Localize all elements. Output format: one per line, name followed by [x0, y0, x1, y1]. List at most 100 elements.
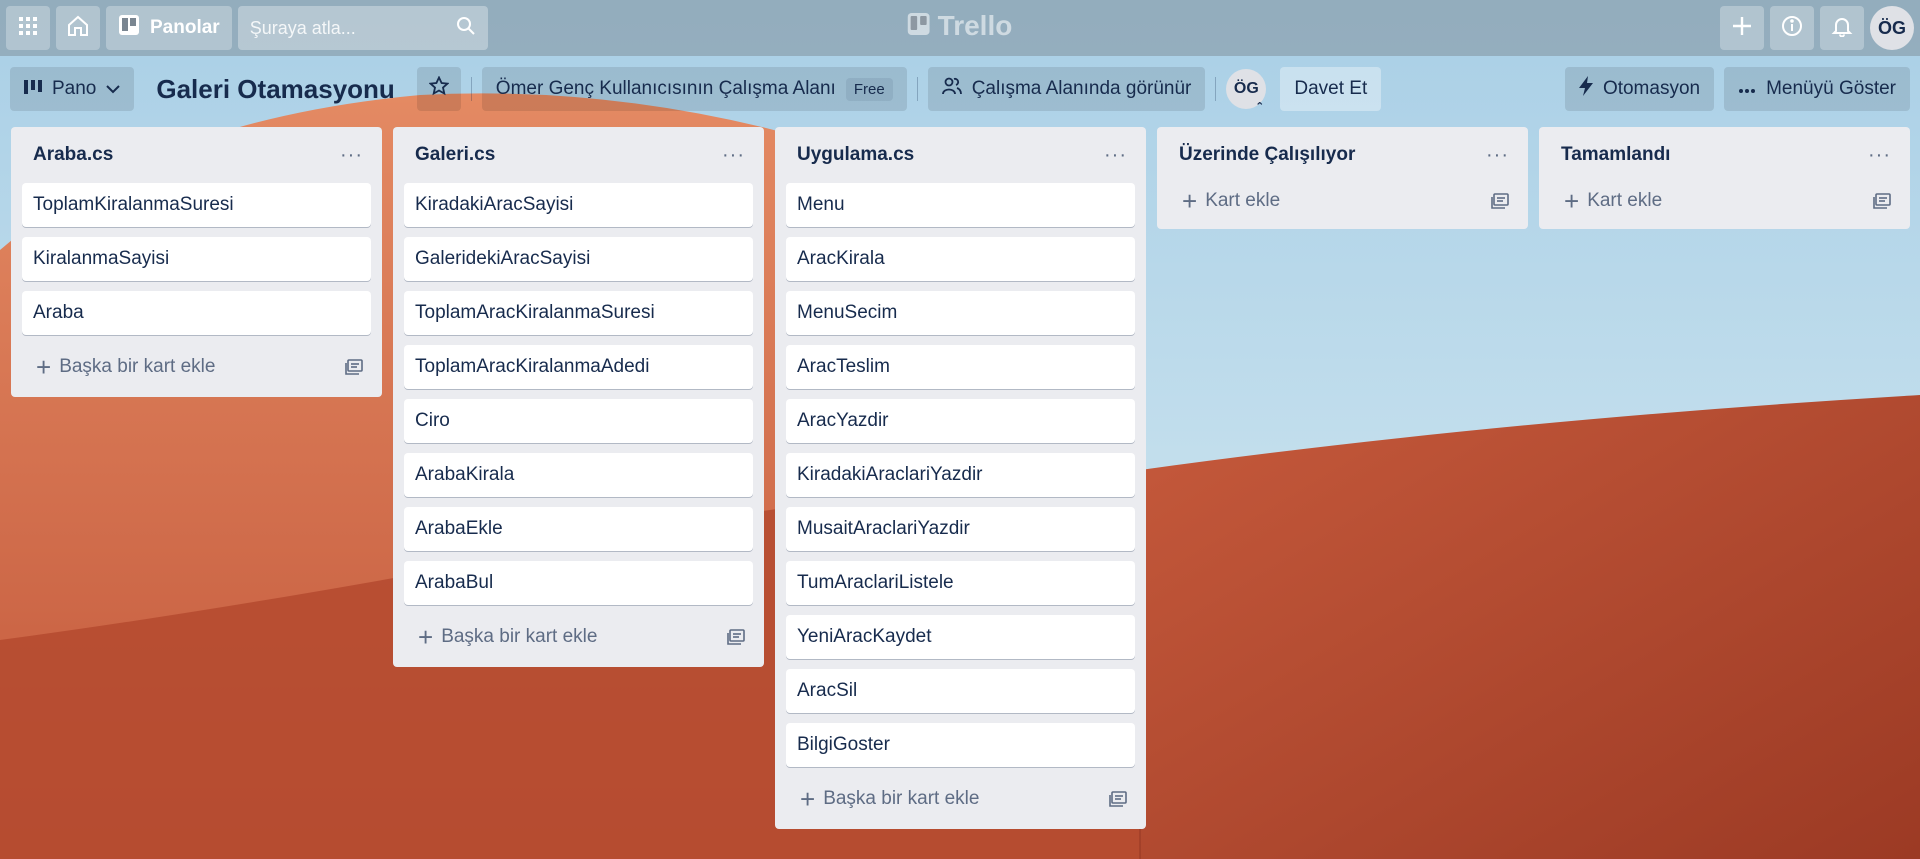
list-title[interactable]: Tamamlandı	[1561, 144, 1670, 166]
member-avatar[interactable]: ÖG ⌃	[1226, 69, 1267, 113]
visibility-label: Çalışma Alanında görünür	[971, 78, 1192, 99]
automation-label: Otomasyon	[1602, 78, 1701, 99]
top-header: Panolar Trello	[0, 0, 1920, 56]
list-menu-ellipsis-icon[interactable]: ···	[340, 144, 363, 167]
list-uygulama: Uygulama.cs ··· Menu AracKirala MenuSeci…	[775, 127, 1146, 829]
list-tamamlandi: Tamamlandı ··· + Kart ekle	[1539, 127, 1910, 229]
header-divider	[470, 77, 472, 101]
card[interactable]: TumAraclariListele	[786, 561, 1135, 605]
search-input[interactable]	[249, 17, 440, 39]
search-box[interactable]	[237, 6, 488, 50]
list-galeri: Galeri.cs ··· KiradakiAracSayisi Galerid…	[393, 127, 764, 667]
list-title[interactable]: Uygulama.cs	[797, 144, 914, 166]
card[interactable]: ArabaEkle	[404, 507, 753, 551]
add-card-button[interactable]: + Kart ekle	[1182, 188, 1280, 214]
member-initials: ÖG	[1233, 80, 1259, 97]
card[interactable]: AracKirala	[786, 237, 1135, 281]
card[interactable]: ArabaBul	[404, 561, 753, 605]
list-title[interactable]: Üzerinde Çalışılıyor	[1179, 144, 1355, 166]
lightning-icon	[1578, 76, 1593, 102]
card[interactable]: AracSil	[786, 669, 1135, 713]
list-header[interactable]: Üzerinde Çalışılıyor ···	[1168, 127, 1517, 183]
card[interactable]: ArabaKirala	[404, 453, 753, 497]
card[interactable]: YeniAracKaydet	[786, 615, 1135, 659]
invite-button[interactable]: Davet Et	[1280, 67, 1382, 111]
workspace-button[interactable]: Ömer Genç Kullanıcısının Çalışma Alanı F…	[481, 67, 907, 111]
card[interactable]: Ciro	[404, 399, 753, 443]
add-card-row: + Başka bir kart ekle	[404, 615, 753, 659]
plus-icon: +	[1182, 186, 1198, 216]
plus-icon	[1731, 15, 1753, 42]
add-card-button[interactable]: + Başka bir kart ekle	[418, 624, 597, 650]
list-menu-ellipsis-icon[interactable]: ···	[1104, 144, 1127, 167]
list-header[interactable]: Tamamlandı ···	[1550, 127, 1899, 183]
user-avatar[interactable]: ÖG	[1870, 6, 1914, 50]
card[interactable]: Araba	[22, 291, 371, 335]
add-card-label: Başka bir kart ekle	[59, 356, 216, 377]
trello-logo-icon	[907, 10, 930, 42]
header-divider	[1215, 77, 1217, 101]
card[interactable]: KiralanmaSayisi	[22, 237, 371, 281]
boards-label: Panolar	[150, 17, 220, 38]
card[interactable]: BilgiGoster	[786, 723, 1135, 767]
boards-icon	[118, 14, 140, 42]
apps-button[interactable]	[6, 6, 50, 50]
card-template-icon[interactable]	[1109, 791, 1127, 807]
add-card-label: Başka bir kart ekle	[441, 626, 598, 647]
add-card-button[interactable]: + Başka bir kart ekle	[36, 354, 215, 380]
show-menu-button[interactable]: Menüyü Göster	[1724, 67, 1910, 111]
card[interactable]: KiradakiAraclariYazdir	[786, 453, 1135, 497]
card-template-icon[interactable]	[345, 359, 363, 375]
list-menu-ellipsis-icon[interactable]: ···	[1486, 144, 1509, 167]
home-icon	[66, 14, 90, 43]
list-header[interactable]: Araba.cs ···	[22, 127, 371, 183]
people-icon	[941, 77, 962, 101]
list-title[interactable]: Araba.cs	[33, 144, 113, 166]
header-divider	[916, 77, 918, 101]
info-button[interactable]	[1770, 6, 1814, 50]
card[interactable]: MusaitAraclariYazdir	[786, 507, 1135, 551]
ellipsis-icon	[1738, 78, 1756, 100]
list-menu-ellipsis-icon[interactable]: ···	[722, 144, 745, 167]
automation-button[interactable]: Otomasyon	[1564, 67, 1715, 111]
plus-icon: +	[800, 784, 816, 814]
add-card-button[interactable]: + Başka bir kart ekle	[800, 786, 979, 812]
notifications-button[interactable]	[1820, 6, 1864, 50]
view-label: Pano	[52, 78, 97, 99]
invite-label: Davet Et	[1294, 78, 1368, 99]
card-template-icon[interactable]	[1491, 193, 1509, 209]
card[interactable]: GaleridekiAracSayisi	[404, 237, 753, 281]
create-button[interactable]	[1720, 6, 1764, 50]
admin-chevron-icon: ⌃	[1255, 101, 1265, 113]
boards-button[interactable]: Panolar	[106, 6, 232, 50]
board-title[interactable]: Galeri Otamasyonu	[144, 74, 406, 105]
add-card-row: + Başka bir kart ekle	[22, 345, 371, 389]
card[interactable]: ToplamAracKiralanmaAdedi	[404, 345, 753, 389]
list-header[interactable]: Uygulama.cs ···	[786, 127, 1135, 183]
list-header[interactable]: Galeri.cs ···	[404, 127, 753, 183]
trello-logo[interactable]: Trello	[907, 10, 1013, 42]
trello-logo-text: Trello	[937, 10, 1013, 41]
board-header: Pano Galeri Otamasyonu Ömer Genç Kullanı…	[0, 56, 1920, 122]
star-button[interactable]	[416, 67, 461, 111]
add-card-row: + Kart ekle	[1168, 179, 1517, 223]
home-button[interactable]	[56, 6, 100, 50]
list-title[interactable]: Galeri.cs	[415, 144, 495, 166]
visibility-button[interactable]: Çalışma Alanında görünür	[927, 67, 1206, 111]
list-menu-ellipsis-icon[interactable]: ···	[1868, 144, 1891, 167]
card-template-icon[interactable]	[727, 629, 745, 645]
add-card-button[interactable]: + Kart ekle	[1564, 188, 1662, 214]
card[interactable]: MenuSecim	[786, 291, 1135, 335]
chevron-down-icon	[106, 78, 121, 100]
card[interactable]: ToplamAracKiralanmaSuresi	[404, 291, 753, 335]
card[interactable]: KiradakiAracSayisi	[404, 183, 753, 227]
card[interactable]: ToplamKiralanmaSuresi	[22, 183, 371, 227]
star-icon	[428, 75, 450, 102]
card[interactable]: Menu	[786, 183, 1135, 227]
card[interactable]: AracTeslim	[786, 345, 1135, 389]
card[interactable]: AracYazdir	[786, 399, 1135, 443]
board-lists: Araba.cs ··· ToplamKiralanmaSuresi Kiral…	[11, 127, 1910, 829]
view-switcher-button[interactable]: Pano	[10, 67, 135, 111]
card-template-icon[interactable]	[1873, 193, 1891, 209]
add-card-label: Kart ekle	[1205, 190, 1281, 211]
